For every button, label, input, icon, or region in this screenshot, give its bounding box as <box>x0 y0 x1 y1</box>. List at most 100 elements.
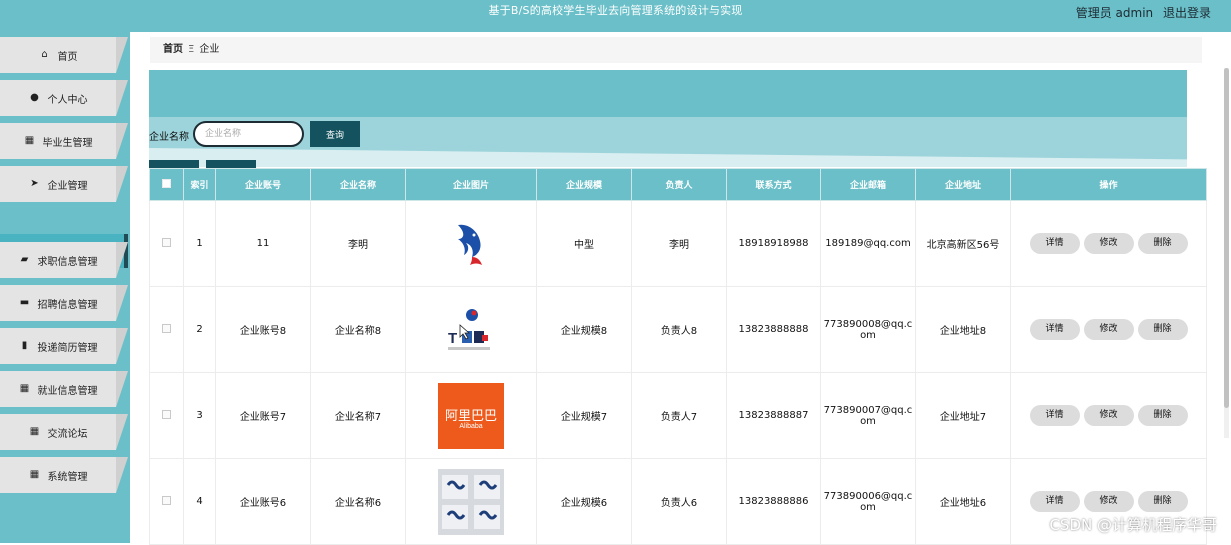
sidebar-item-label: 求职信息管理 <box>38 253 98 268</box>
sidebar-item-job-seeking[interactable]: ▰ 求职信息管理 <box>0 242 130 280</box>
row-checkbox[interactable] <box>162 496 171 505</box>
cell-phone: 18918918988 <box>727 201 821 287</box>
cell-name: 企业名称7 <box>311 373 406 459</box>
header-phone: 联系方式 <box>727 169 821 201</box>
company-name-input[interactable]: 企业名称 <box>193 121 304 147</box>
email-line: 773890008@qq.c <box>824 319 913 330</box>
edit-button[interactable]: 修改 <box>1084 405 1134 426</box>
cell-index: 2 <box>184 287 216 373</box>
alibaba-logo-text: 阿里巴巴 <box>438 405 504 424</box>
cell-address: 企业地址6 <box>916 459 1011 545</box>
sidebar-item-label: 企业管理 <box>48 177 88 192</box>
row-checkbox[interactable] <box>162 238 171 247</box>
detail-button[interactable]: 详情 <box>1030 491 1080 512</box>
select-all-checkbox[interactable] <box>162 179 171 188</box>
grid-icon: ▦ <box>19 383 31 395</box>
cell-index: 1 <box>184 201 216 287</box>
cell-image: 阿里巴巴 Alibaba <box>406 373 537 459</box>
cell-address: 企业地址7 <box>916 373 1011 459</box>
edit-button[interactable]: 修改 <box>1084 319 1134 340</box>
scrollbar-thumb[interactable] <box>1224 68 1229 408</box>
sidebar-item-system[interactable]: ▦系统管理 <box>0 457 130 495</box>
cell-name: 李明 <box>311 201 406 287</box>
tab-notch <box>116 328 128 364</box>
edit-button[interactable]: 修改 <box>1084 491 1134 512</box>
header-index: 索引 <box>184 169 216 201</box>
cell-actions: 详情修改删除 <box>1011 373 1207 459</box>
cell-email: 773890008@qq.com <box>821 287 916 373</box>
edit-button[interactable]: 修改 <box>1084 233 1134 254</box>
cell-email: 189189@qq.com <box>821 201 916 287</box>
detail-button[interactable]: 详情 <box>1030 233 1080 254</box>
row-delete-button[interactable]: 删除 <box>1138 491 1188 512</box>
cell-manager: 负责人8 <box>632 287 727 373</box>
sidebar-item-companies[interactable]: ➤ 企业管理 <box>0 166 130 204</box>
header-image: 企业图片 <box>406 169 537 201</box>
cell-image <box>406 201 537 287</box>
cell-index: 4 <box>184 459 216 545</box>
cell-manager: 负责人7 <box>632 373 727 459</box>
company-name-label: 企业名称 <box>149 128 189 143</box>
tab-notch <box>116 123 128 159</box>
tab-notch <box>116 242 128 278</box>
header-actions: 操作 <box>1011 169 1207 201</box>
eagle-logo-image <box>438 211 504 277</box>
email-line: om <box>860 502 876 513</box>
company-table: 索引 企业账号 企业名称 企业图片 企业规模 负责人 联系方式 企业邮箱 企业地… <box>149 168 1206 543</box>
cell-phone: 13823888886 <box>727 459 821 545</box>
vertical-scrollbar[interactable] <box>1224 68 1229 438</box>
cell-scale: 企业规模6 <box>537 459 632 545</box>
sidebar-item-personal-center[interactable]: ● 个人中心 <box>0 80 130 118</box>
cell-name: 企业名称6 <box>311 459 406 545</box>
header-address: 企业地址 <box>916 169 1011 201</box>
user-icon: ● <box>29 92 41 104</box>
row-delete-button[interactable]: 删除 <box>1138 405 1188 426</box>
thumbs-up-icon: ▰ <box>19 254 31 266</box>
row-delete-button[interactable]: 删除 <box>1138 233 1188 254</box>
cell-account: 企业账号8 <box>216 287 311 373</box>
top-bar: 基于B/S的高校学生毕业去向管理系统的设计与实现 管理员 admin 退出登录 <box>0 0 1231 32</box>
alibaba-logo-image: 阿里巴巴 Alibaba <box>438 383 504 449</box>
table-header-row: 索引 企业账号 企业名称 企业图片 企业规模 负责人 联系方式 企业邮箱 企业地… <box>150 169 1207 201</box>
header-select-all[interactable] <box>150 169 184 201</box>
sidebar-item-label: 招聘信息管理 <box>38 296 98 311</box>
header-scale: 企业规模 <box>537 169 632 201</box>
sidebar-item-employment[interactable]: ▦就业信息管理 <box>0 371 130 409</box>
detail-button[interactable]: 详情 <box>1030 405 1080 426</box>
cell-scale: 企业规模7 <box>537 373 632 459</box>
tab-notch <box>116 285 128 321</box>
cell-email: 773890007@qq.com <box>821 373 916 459</box>
sidebar-item-label: 投递简历管理 <box>38 339 98 354</box>
row-checkbox[interactable] <box>162 324 171 333</box>
breadcrumb-current: 企业 <box>199 44 219 55</box>
header-account: 企业账号 <box>216 169 311 201</box>
sidebar-item-resume-delivery[interactable]: ▮投递简历管理 <box>0 328 130 366</box>
sidebar-item-label: 毕业生管理 <box>43 134 93 149</box>
tab-notch <box>116 80 128 116</box>
briefcase-icon: ▬ <box>19 297 31 309</box>
cell-phone: 13823888888 <box>727 287 821 373</box>
sidebar-item-recruitment[interactable]: ▬ 招聘信息管理 <box>0 285 130 323</box>
tab-notch <box>116 457 128 493</box>
row-checkbox[interactable] <box>162 410 171 419</box>
detail-button[interactable]: 详情 <box>1030 319 1080 340</box>
paper-plane-icon: ➤ <box>29 178 41 190</box>
sidebar-item-graduates[interactable]: ▦毕业生管理 <box>0 123 130 161</box>
row-delete-button[interactable]: 删除 <box>1138 319 1188 340</box>
cell-manager: 李明 <box>632 201 727 287</box>
header-manager: 负责人 <box>632 169 727 201</box>
breadcrumb-home[interactable]: 首页 <box>163 44 183 55</box>
brand-logo-image: T <box>438 297 504 363</box>
email-line: 189189@qq.com <box>825 238 910 249</box>
sidebar-item-home[interactable]: ⌂首页 <box>0 37 130 75</box>
tab-notch <box>116 414 128 450</box>
sidebar-item-label: 个人中心 <box>48 91 88 106</box>
query-button[interactable]: 查询 <box>310 121 360 147</box>
cell-email: 773890006@qq.com <box>821 459 916 545</box>
table-row: 4 企业账号6 企业名称6 <box>150 459 1207 545</box>
sidebar-item-forum[interactable]: ▦交流论坛 <box>0 414 130 452</box>
header-name: 企业名称 <box>311 169 406 201</box>
cell-phone: 13823888887 <box>727 373 821 459</box>
header-email: 企业邮箱 <box>821 169 916 201</box>
logout-link[interactable]: 退出登录 <box>1163 6 1211 20</box>
